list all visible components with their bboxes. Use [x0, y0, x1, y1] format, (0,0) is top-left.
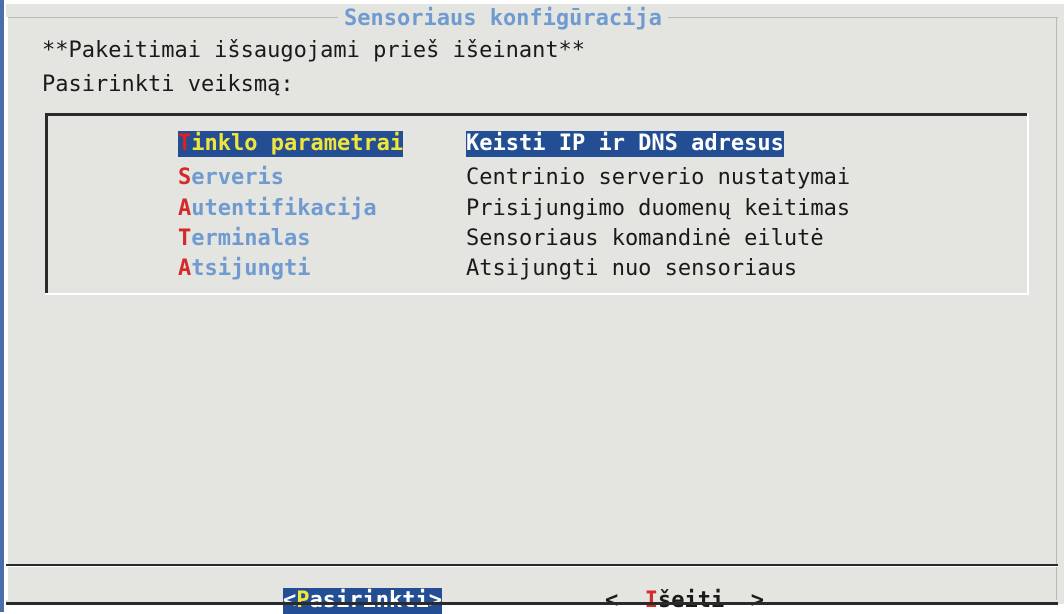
menu-item-label: inklo parametrai [191, 131, 404, 156]
terminal-edge [0, 0, 4, 612]
exit-button[interactable]: < Išeiti > [605, 588, 764, 614]
exit-button-close: > [724, 588, 764, 613]
menu-item-label: erminalas [191, 226, 311, 251]
menu-item-description[interactable]: Keisti IP ir DNS adresus [466, 131, 784, 157]
menu-item-hotkey: A [178, 256, 192, 281]
dialog-frame-right [1056, 17, 1057, 600]
save-notice: **Pakeitimai išsaugojami prieš išeinant*… [42, 38, 586, 63]
dialog-title: Sensoriaus konfigūracija [338, 6, 668, 32]
button-separator-highlight [6, 566, 1058, 567]
menu-item-description[interactable]: Sensoriaus komandinė eilutė [466, 226, 824, 252]
dialog-bottom-border [6, 602, 1058, 605]
menu-item-authentication[interactable]: Autentifikacija Prisijungimo duomenų kei… [178, 196, 850, 222]
menu-item-label: utentifikacija [191, 196, 377, 221]
menu-item-network[interactable]: Tinklo parametrai Keisti IP ir DNS adres… [178, 131, 784, 157]
exit-button-hotkey: I [644, 588, 658, 613]
menu-item-disconnect[interactable]: Atsijungti Atsijungti nuo sensoriaus [178, 256, 797, 282]
menu-item-hotkey: S [178, 165, 192, 190]
menu-item-description[interactable]: Atsijungti nuo sensoriaus [466, 256, 797, 282]
select-button-hotkey: P [296, 588, 310, 613]
select-button-close: > [428, 588, 442, 613]
menu-item-label: erveris [191, 165, 284, 190]
menu-item-tag[interactable]: Terminalas [178, 226, 310, 252]
menu-item-hotkey: T [178, 131, 192, 156]
menu-item-tag[interactable]: Serveris [178, 165, 284, 191]
menu-item-hotkey: T [178, 226, 192, 251]
select-button[interactable]: <Pasirinkti> [283, 588, 442, 614]
menu-item-description[interactable]: Prisijungimo duomenų keitimas [466, 196, 850, 222]
menu-item-description[interactable]: Centrinio serverio nustatymai [466, 165, 850, 191]
menu-item-tag[interactable]: Autentifikacija [178, 196, 377, 222]
menu-item-tag[interactable]: Tinklo parametrai [178, 131, 404, 157]
exit-button-open: < [605, 588, 645, 613]
prompt-label: Pasirinkti veiksmą: [42, 72, 294, 97]
menu-item-label: tsijungti [191, 256, 311, 281]
menu-item-tag[interactable]: Atsijungti [178, 256, 310, 282]
select-button-open: < [283, 588, 297, 613]
exit-button-label: šeiti [658, 588, 725, 613]
menu-item-server[interactable]: Serveris Centrinio serverio nustatymai [178, 165, 850, 191]
select-button-label: asirinkti [309, 588, 429, 613]
dialog-frame-left [6, 17, 8, 600]
menu-item-hotkey: A [178, 196, 192, 221]
menu-item-terminal[interactable]: Terminalas Sensoriaus komandinė eilutė [178, 226, 824, 252]
